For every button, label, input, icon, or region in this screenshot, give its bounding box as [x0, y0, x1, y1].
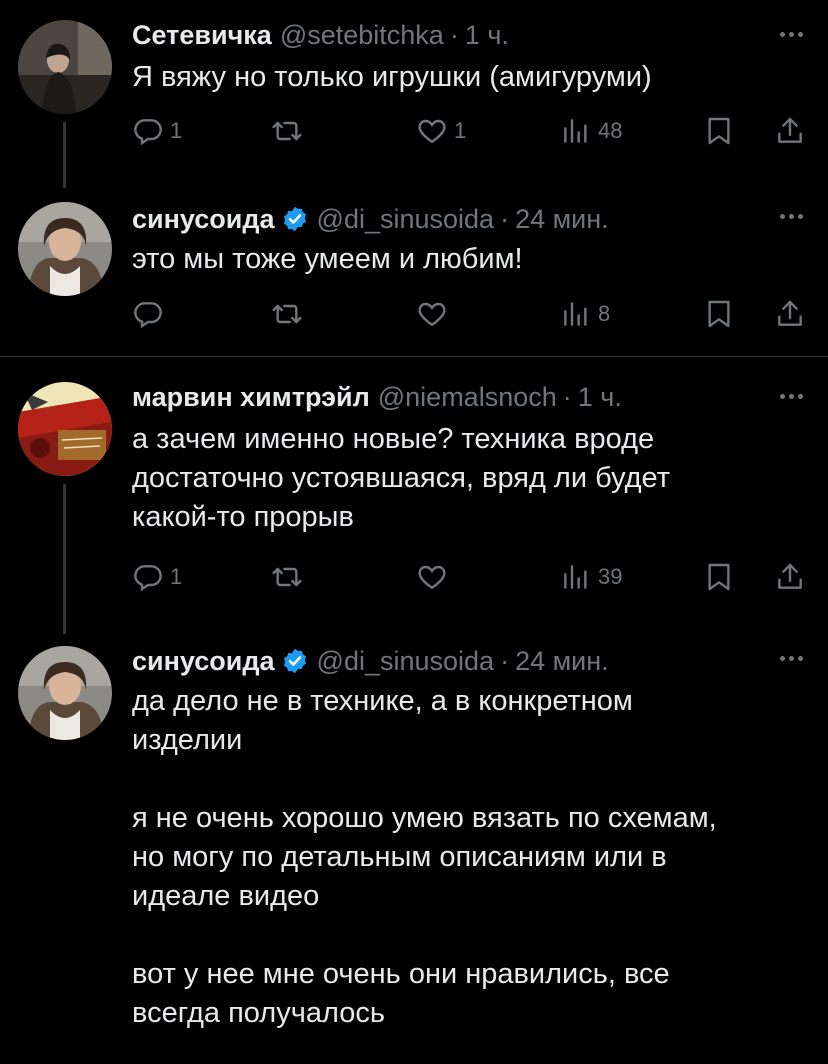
dot-separator: · [500, 204, 510, 234]
tweet-content: синусоида @di_sinusoida · 24 мин. это мы… [132, 200, 810, 279]
bookmark-button[interactable] [703, 113, 735, 149]
views-count: 39 [598, 564, 623, 589]
dot-separator: · [562, 382, 572, 412]
retweet-icon [271, 298, 303, 330]
tweet-content: синусоида @di_sinusoida · 24 мин. да дел… [132, 642, 810, 1033]
author-name[interactable]: синусоида [132, 202, 275, 236]
share-icon [774, 298, 806, 330]
author-name[interactable]: Сетевичка [132, 18, 272, 52]
tweet-actions: 8 [0, 296, 828, 336]
reply-count: 1 [170, 564, 183, 589]
bookmark-button[interactable] [703, 559, 735, 595]
dot-separator: · [449, 20, 459, 50]
retweet-icon [271, 561, 303, 593]
verified-badge-icon[interactable] [281, 205, 309, 233]
tweet-text: а зачем именно новые? техника вроде дост… [132, 423, 670, 533]
bookmark-icon [703, 561, 735, 593]
reply-icon [132, 561, 164, 593]
tweet-content: марвин химтрэйл @niemalsnoch · 1 ч. а за… [132, 380, 810, 537]
conversation-timeline: Сетевичка @setebitchka · 1 ч. Я вяжу но … [0, 0, 828, 1064]
views-button[interactable]: 8 [560, 296, 610, 332]
views-count: 8 [598, 301, 611, 326]
like-count: 1 [454, 118, 467, 143]
timestamp[interactable]: 1 ч. [578, 380, 622, 414]
more-icon[interactable] [780, 386, 810, 406]
reply-count: 1 [170, 118, 183, 143]
share-button[interactable] [774, 113, 806, 149]
author-name[interactable]: марвин химтрэйл [132, 380, 370, 414]
author-name[interactable]: синусоида [132, 644, 275, 678]
views-icon [560, 115, 592, 147]
views-button[interactable]: 48 [560, 113, 622, 149]
timestamp[interactable]: 24 мин. [515, 202, 609, 236]
timestamp[interactable]: 24 мин. [515, 644, 609, 678]
tweet-header: синусоида @di_sinusoida · 24 мин. [132, 200, 810, 234]
retweet-icon [271, 115, 303, 147]
more-icon[interactable] [780, 648, 810, 668]
tweet-actions: 1 1 48 [0, 113, 828, 153]
timestamp[interactable]: 1 ч. [465, 18, 509, 52]
reply-button[interactable]: 1 [132, 113, 182, 149]
like-icon [416, 561, 448, 593]
share-button[interactable] [774, 296, 806, 332]
dot-separator: · [500, 646, 510, 676]
tweet-text: да дело не в технике, а в конкретном изд… [132, 685, 717, 1029]
tweet-text: Я вяжу но только игрушки (амигуруми) [132, 61, 652, 93]
views-button[interactable]: 39 [560, 559, 622, 595]
verified-badge-icon[interactable] [281, 647, 309, 675]
reply-button[interactable]: 1 [132, 559, 182, 595]
avatar[interactable] [18, 382, 112, 476]
bookmark-button[interactable] [703, 296, 735, 332]
like-icon [416, 115, 448, 147]
more-icon[interactable] [780, 206, 810, 226]
retweet-button[interactable] [271, 559, 303, 595]
like-button[interactable]: 1 [416, 113, 466, 149]
views-count: 48 [598, 118, 623, 143]
reply-icon [132, 115, 164, 147]
bookmark-icon [703, 298, 735, 330]
share-button[interactable] [774, 559, 806, 595]
bookmark-icon [703, 115, 735, 147]
tweet-header: марвин химтрэйл @niemalsnoch · 1 ч. [132, 380, 810, 414]
like-icon [416, 298, 448, 330]
avatar[interactable] [18, 646, 112, 740]
views-icon [560, 298, 592, 330]
reply-button[interactable] [132, 296, 164, 332]
avatar[interactable] [18, 20, 112, 114]
views-icon [560, 561, 592, 593]
author-handle[interactable]: @niemalsnoch [378, 380, 557, 414]
tweet-header: синусоида @di_sinusoida · 24 мин. [132, 642, 810, 676]
tweet-actions: 1 39 [0, 559, 828, 599]
retweet-button[interactable] [271, 113, 303, 149]
like-button[interactable] [416, 559, 448, 595]
retweet-button[interactable] [271, 296, 303, 332]
share-icon [774, 561, 806, 593]
divider [0, 356, 828, 357]
tweet-content: Сетевичка @setebitchka · 1 ч. Я вяжу но … [132, 18, 810, 97]
tweet-header: Сетевичка @setebitchka · 1 ч. [132, 18, 810, 52]
tweet-text: это мы тоже умеем и любим! [132, 243, 523, 275]
avatar[interactable] [18, 202, 112, 296]
reply-icon [132, 298, 164, 330]
author-handle[interactable]: @di_sinusoida [317, 202, 495, 236]
like-button[interactable] [416, 296, 448, 332]
more-icon[interactable] [780, 24, 810, 44]
share-icon [774, 115, 806, 147]
author-handle[interactable]: @di_sinusoida [317, 644, 495, 678]
author-handle[interactable]: @setebitchka [280, 18, 444, 52]
